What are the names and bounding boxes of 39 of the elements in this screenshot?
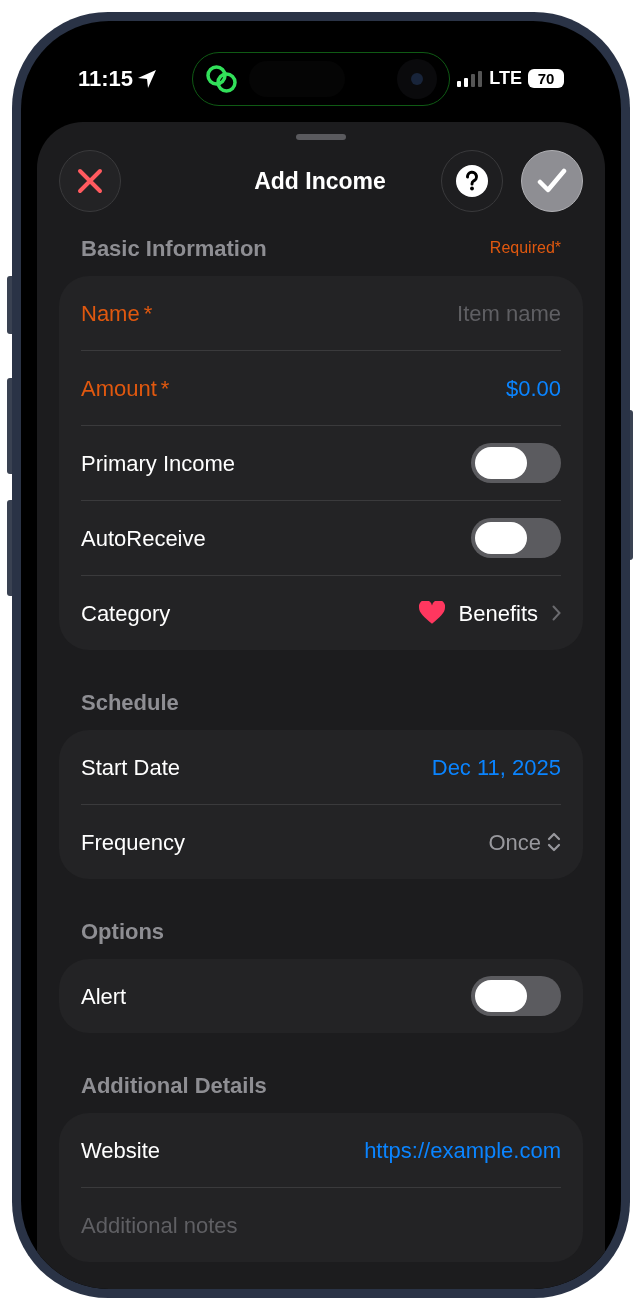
camera-icon — [397, 58, 437, 99]
drag-handle — [296, 134, 346, 140]
value-link[interactable]: Dec 11, 2025 — [431, 750, 561, 784]
status-time: 11:15 — [78, 65, 134, 93]
help-icon — [456, 165, 488, 197]
up-down-chevron-icon — [547, 832, 561, 852]
heart-icon — [418, 601, 445, 625]
chevron-right-icon — [552, 605, 561, 621]
notes-field[interactable]: Additional notes — [81, 1208, 561, 1242]
section-header: Options — [81, 917, 165, 946]
toggle-switch[interactable] — [471, 518, 561, 558]
row-label: Frequency — [81, 828, 185, 857]
value-link[interactable]: https://example.com — [364, 1133, 561, 1167]
row-label: Amount * — [81, 374, 170, 403]
signal-icon — [457, 70, 484, 87]
row-label: Primary Income — [81, 449, 236, 478]
value-link[interactable]: $0.00 — [505, 371, 561, 405]
row-label: AutoReceive — [81, 524, 206, 553]
sheet-title: Add Income — [254, 166, 386, 196]
required-note: Required* — [489, 238, 561, 258]
location-arrow-icon — [137, 68, 158, 89]
section-header: Basic Information — [81, 234, 267, 263]
row-label: Alert — [81, 982, 127, 1011]
close-icon — [77, 168, 103, 194]
linked-rings-icon — [205, 63, 239, 94]
row-label: Name * — [81, 299, 153, 328]
section-header: Additional Details — [81, 1071, 267, 1100]
toggle-switch[interactable] — [471, 443, 561, 483]
toggle-switch[interactable] — [471, 976, 561, 1016]
row-label: Website — [81, 1136, 161, 1165]
row-label: Category — [81, 599, 171, 628]
frequency-value[interactable]: Once — [488, 825, 541, 859]
checkmark-icon — [537, 168, 567, 194]
row-label: Start Date — [81, 753, 181, 782]
network-label: LTE — [489, 67, 522, 90]
battery-indicator: 70 — [528, 69, 564, 88]
section-header: Schedule — [81, 688, 179, 717]
name-field[interactable]: Item name — [301, 296, 561, 330]
category-value[interactable]: Benefits — [458, 596, 538, 630]
